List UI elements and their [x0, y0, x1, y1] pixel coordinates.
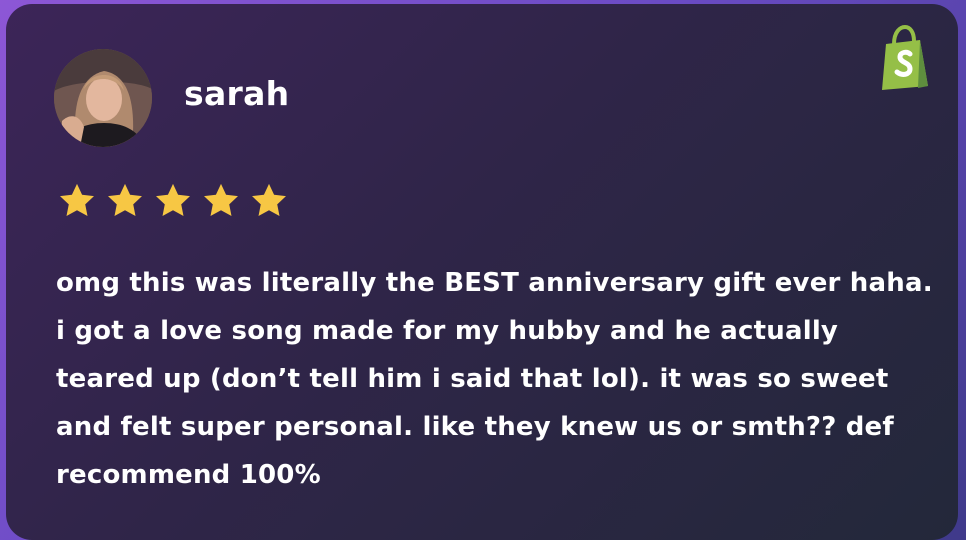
avatar-photo: [54, 49, 152, 147]
star-icon: [252, 183, 286, 217]
review-card: sarah omg this was literally the BEST an…: [6, 4, 958, 540]
review-text: omg this was literally the BEST annivers…: [56, 268, 933, 490]
star-icon: [204, 183, 238, 217]
star-icon: [60, 183, 94, 217]
avatar: [54, 49, 152, 147]
shopify-bag-icon: [882, 24, 928, 90]
star-rating: [56, 180, 290, 222]
star-icon: [156, 183, 190, 217]
star-icon: [108, 183, 142, 217]
reviewer-name: sarah: [184, 74, 290, 113]
